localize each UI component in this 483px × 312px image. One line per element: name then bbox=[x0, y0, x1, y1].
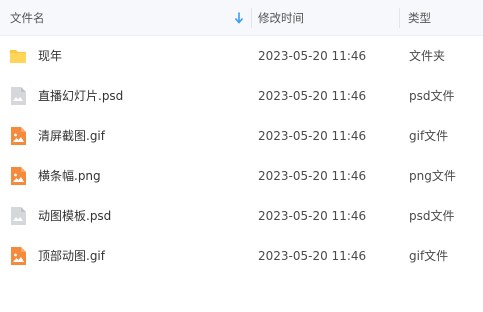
image-file-icon bbox=[11, 247, 26, 265]
file-type: 文件夹 bbox=[409, 49, 446, 63]
file-modified-time: 2023-05-20 11:46 bbox=[258, 89, 367, 103]
file-modified-time: 2023-05-20 11:46 bbox=[258, 129, 367, 143]
file-name: 横条幅.png bbox=[38, 169, 101, 183]
column-header-date-label: 修改时间 bbox=[258, 11, 304, 25]
file-type: gif文件 bbox=[409, 129, 449, 143]
file-name: 顶部动图.gif bbox=[38, 249, 105, 263]
file-modified-time: 2023-05-20 11:46 bbox=[258, 249, 367, 263]
arrow-down-icon[interactable] bbox=[233, 11, 245, 25]
file-name: 动图模板.psd bbox=[38, 209, 112, 223]
column-header-type[interactable]: 类型 bbox=[400, 0, 483, 36]
psd-file-icon bbox=[11, 87, 26, 105]
file-row[interactable]: 横条幅.png 2023-05-20 11:46 png文件 bbox=[0, 156, 483, 196]
file-modified-time: 2023-05-20 11:46 bbox=[258, 49, 367, 63]
file-modified-time: 2023-05-20 11:46 bbox=[258, 209, 367, 223]
file-list-view: 文件名 修改时间 类型 现年 2023-05-20 11:46 文件夹 直播幻灯… bbox=[0, 0, 483, 312]
column-header-name[interactable]: 文件名 bbox=[0, 0, 251, 36]
file-row[interactable]: 顶部动图.gif 2023-05-20 11:46 gif文件 bbox=[0, 236, 483, 276]
psd-file-icon bbox=[11, 207, 26, 225]
file-type: psd文件 bbox=[409, 89, 455, 103]
file-name: 清屏截图.gif bbox=[38, 129, 105, 143]
column-header-date[interactable]: 修改时间 bbox=[252, 0, 399, 36]
file-type: gif文件 bbox=[409, 249, 449, 263]
file-row[interactable]: 清屏截图.gif 2023-05-20 11:46 gif文件 bbox=[0, 116, 483, 156]
folder-icon bbox=[10, 50, 26, 63]
file-type: png文件 bbox=[409, 169, 456, 183]
file-modified-time: 2023-05-20 11:46 bbox=[258, 169, 367, 183]
column-header: 文件名 修改时间 类型 bbox=[0, 0, 483, 36]
file-type: psd文件 bbox=[409, 209, 455, 223]
file-row[interactable]: 直播幻灯片.psd 2023-05-20 11:46 psd文件 bbox=[0, 76, 483, 116]
column-header-name-label: 文件名 bbox=[10, 11, 45, 25]
file-name: 直播幻灯片.psd bbox=[38, 89, 124, 103]
column-header-type-label: 类型 bbox=[408, 11, 431, 25]
image-file-icon bbox=[11, 127, 26, 145]
file-row[interactable]: 现年 2023-05-20 11:46 文件夹 bbox=[0, 36, 483, 76]
image-file-icon bbox=[11, 167, 26, 185]
file-name: 现年 bbox=[38, 49, 63, 63]
file-row[interactable]: 动图模板.psd 2023-05-20 11:46 psd文件 bbox=[0, 196, 483, 236]
